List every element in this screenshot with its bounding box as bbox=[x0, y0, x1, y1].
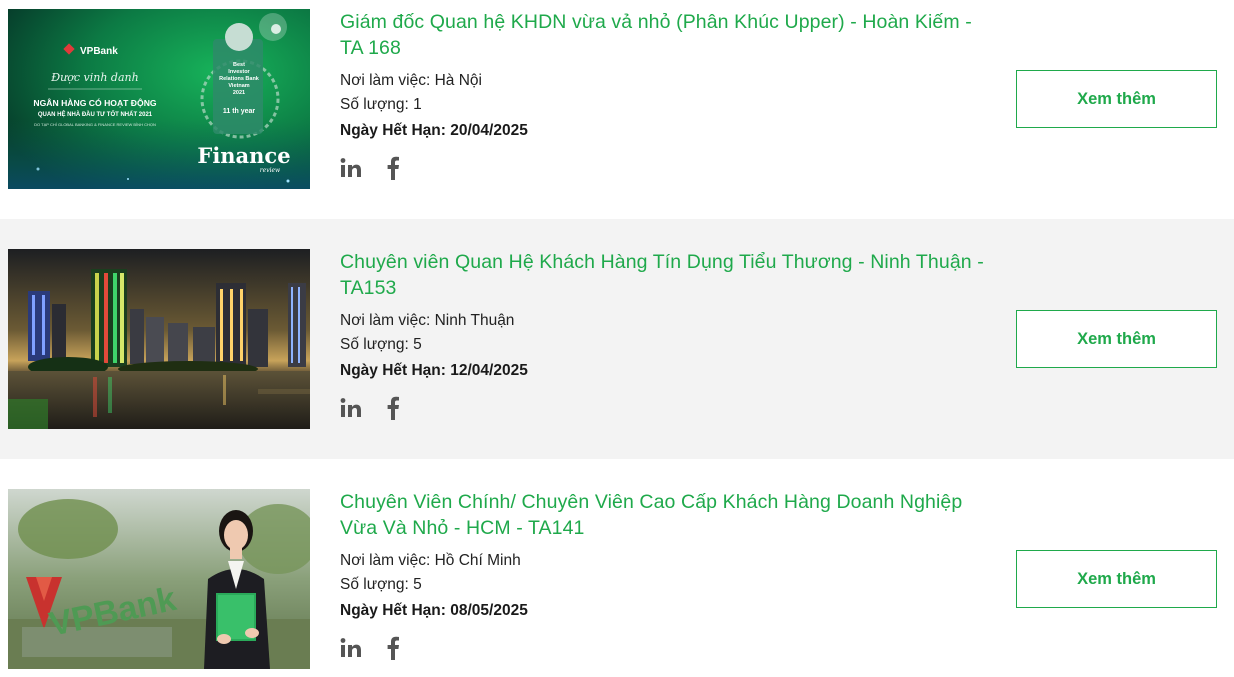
share-links bbox=[340, 393, 990, 423]
job-quantity: Số lượng: 5 bbox=[340, 333, 990, 357]
image-small: DO TẠP CHÍ GLOBAL BANKING & FINANCE REVI… bbox=[34, 122, 156, 127]
job-image[interactable] bbox=[8, 249, 310, 429]
job-deadline: Ngày Hết Hạn: 12/04/2025 bbox=[340, 359, 990, 383]
location-label: Nơi làm việc: bbox=[340, 312, 431, 329]
job-list: VPBank Được vinh danh NGÂN HÀNG CÓ HOẠT … bbox=[0, 0, 1234, 677]
award-small: review bbox=[260, 167, 281, 174]
job-info: Chuyên viên Quan Hệ Khách Hàng Tín Dụng … bbox=[340, 249, 990, 423]
job-image[interactable]: VPBank bbox=[8, 489, 310, 669]
job-card: VPBank Chuyên Viên Chính/ Chuyên Viên Ca… bbox=[0, 459, 1234, 677]
location-value: Hà Nội bbox=[434, 72, 482, 89]
award-line-1: Best bbox=[233, 62, 245, 68]
job-card: VPBank Được vinh danh NGÂN HÀNG CÓ HOẠT … bbox=[0, 0, 1234, 219]
award-line-3: Relations Bank bbox=[219, 76, 260, 82]
quantity-value: 5 bbox=[413, 576, 422, 593]
award-big: Finance bbox=[197, 143, 290, 168]
job-location: Nơi làm việc: Hà Nội bbox=[340, 69, 990, 93]
image-headline-2: QUAN HỆ NHÀ ĐẦU TƯ TỐT NHẤT 2021 bbox=[38, 110, 153, 118]
award-line-4: Vietnam bbox=[228, 83, 249, 89]
location-label: Nơi làm việc: bbox=[340, 552, 431, 569]
image-brand: VPBank bbox=[80, 46, 118, 57]
linkedin-icon[interactable] bbox=[340, 636, 362, 660]
job-title-link[interactable]: Chuyên Viên Chính/ Chuyên Viên Cao Cấp K… bbox=[340, 489, 990, 541]
deadline-label: Ngày Hết Hạn: bbox=[340, 122, 446, 139]
image-headline-1: NGÂN HÀNG CÓ HOẠT ĐỘNG bbox=[33, 97, 156, 108]
job-info: Giám đốc Quan hệ KHDN vừa vả nhỏ (Phân K… bbox=[340, 9, 990, 183]
facebook-icon[interactable] bbox=[382, 636, 404, 660]
deadline-label: Ngày Hết Hạn: bbox=[340, 362, 446, 379]
view-more-button[interactable]: Xem thêm bbox=[1016, 550, 1217, 608]
share-links bbox=[340, 633, 990, 663]
job-card: Chuyên viên Quan Hệ Khách Hàng Tín Dụng … bbox=[0, 219, 1234, 459]
location-label: Nơi làm việc: bbox=[340, 72, 431, 89]
facebook-icon[interactable] bbox=[382, 156, 404, 180]
award-line-2: Investor bbox=[228, 69, 250, 75]
view-more-button[interactable]: Xem thêm bbox=[1016, 310, 1217, 368]
job-deadline: Ngày Hết Hạn: 08/05/2025 bbox=[340, 599, 990, 623]
award-line-6: 11 th year bbox=[223, 108, 256, 115]
deadline-value: 20/04/2025 bbox=[450, 122, 528, 139]
image-script: Được vinh danh bbox=[50, 71, 138, 84]
deadline-value: 08/05/2025 bbox=[450, 602, 528, 619]
quantity-label: Số lượng: bbox=[340, 96, 409, 113]
location-value: Ninh Thuận bbox=[434, 312, 515, 329]
job-image[interactable]: VPBank Được vinh danh NGÂN HÀNG CÓ HOẠT … bbox=[8, 9, 310, 189]
job-location: Nơi làm việc: Hồ Chí Minh bbox=[340, 549, 990, 573]
job-deadline: Ngày Hết Hạn: 20/04/2025 bbox=[340, 119, 990, 143]
job-title-link[interactable]: Chuyên viên Quan Hệ Khách Hàng Tín Dụng … bbox=[340, 249, 990, 301]
linkedin-icon[interactable] bbox=[340, 156, 362, 180]
share-links bbox=[340, 153, 990, 183]
deadline-label: Ngày Hết Hạn: bbox=[340, 602, 446, 619]
facebook-icon[interactable] bbox=[382, 396, 404, 420]
job-quantity: Số lượng: 5 bbox=[340, 573, 990, 597]
location-value: Hồ Chí Minh bbox=[434, 552, 521, 569]
quantity-label: Số lượng: bbox=[340, 336, 409, 353]
deadline-value: 12/04/2025 bbox=[450, 362, 528, 379]
job-location: Nơi làm việc: Ninh Thuận bbox=[340, 309, 990, 333]
linkedin-icon[interactable] bbox=[340, 396, 362, 420]
view-more-button[interactable]: Xem thêm bbox=[1016, 70, 1217, 128]
job-info: Chuyên Viên Chính/ Chuyên Viên Cao Cấp K… bbox=[340, 489, 990, 663]
quantity-label: Số lượng: bbox=[340, 576, 409, 593]
quantity-value: 1 bbox=[413, 96, 422, 113]
quantity-value: 5 bbox=[413, 336, 422, 353]
job-quantity: Số lượng: 1 bbox=[340, 93, 990, 117]
award-line-5: 2021 bbox=[233, 90, 245, 96]
job-title-link[interactable]: Giám đốc Quan hệ KHDN vừa vả nhỏ (Phân K… bbox=[340, 9, 990, 61]
